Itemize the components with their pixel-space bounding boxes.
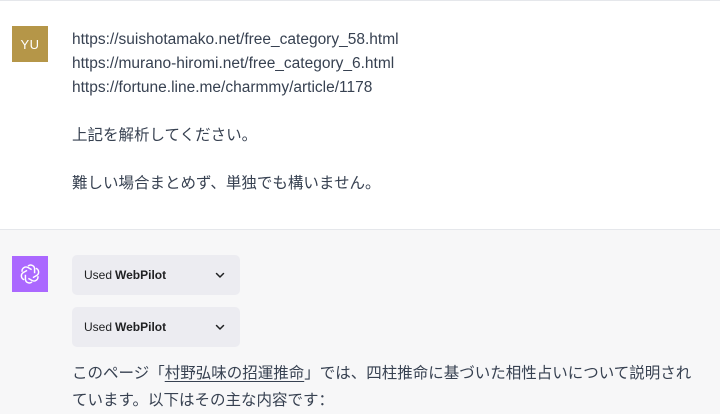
- plugin-name: WebPilot: [115, 320, 167, 334]
- response-suffix: 」では、四柱推命に基づいた相性占いについて説明され: [304, 365, 692, 382]
- response-link[interactable]: 村野弘味の招運推命: [165, 365, 305, 382]
- openai-logo-icon: [20, 264, 40, 284]
- plugin-call-toggle[interactable]: Used WebPilot: [72, 255, 240, 295]
- assistant-response-line-2: ています。以下はその主な内容です：: [72, 392, 334, 409]
- user-message-text: https://suishotamako.net/free_category_5…: [72, 28, 712, 196]
- user-message-url-3: https://fortune.line.me/charmmy/article/…: [72, 79, 373, 96]
- user-avatar-initials: YU: [20, 36, 40, 52]
- assistant-response-text: このページ「村野弘味の招運推命」では、四柱推命に基づいた相性占いについて説明され…: [72, 360, 720, 414]
- user-message-instruction: 上記を解析してください。: [72, 127, 258, 144]
- plugin-used-label: Used: [84, 320, 113, 334]
- user-message-url-1: https://suishotamako.net/free_category_5…: [72, 31, 399, 48]
- chevron-down-icon: [215, 324, 225, 330]
- chevron-down-icon: [215, 272, 225, 278]
- user-message: YU https://suishotamako.net/free_categor…: [0, 0, 720, 229]
- user-message-note: 難しい場合まとめず、単独でも構いません。: [72, 175, 381, 192]
- user-message-url-2: https://murano-hiromi.net/free_category_…: [72, 55, 395, 72]
- assistant-message: Used WebPilot Used WebPilot このページ「村野弘味の招…: [0, 229, 720, 414]
- plugin-used-label: Used: [84, 268, 113, 282]
- response-prefix: このページ「: [72, 365, 165, 382]
- assistant-avatar: [12, 256, 48, 292]
- assistant-response-line-1: このページ「村野弘味の招運推命」では、四柱推命に基づいた相性占いについて説明され: [72, 360, 720, 387]
- user-avatar: YU: [12, 26, 48, 62]
- plugin-name: WebPilot: [115, 268, 167, 282]
- plugin-call-toggle[interactable]: Used WebPilot: [72, 307, 240, 347]
